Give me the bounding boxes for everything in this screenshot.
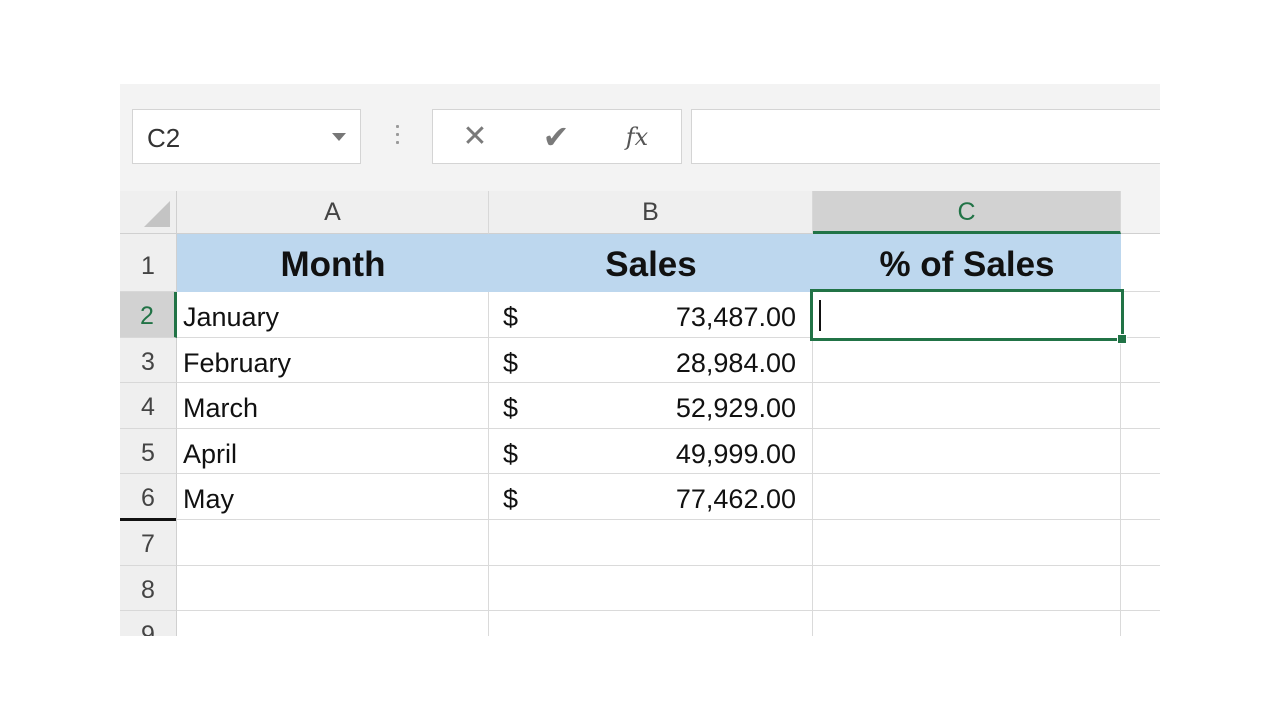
text-cursor [819,300,821,331]
column-header-b[interactable]: B [489,191,813,234]
row-header-1[interactable]: 1 [120,234,177,292]
row-header-3[interactable]: 3 [120,338,177,383]
formula-buttons: ✕ ✔ fx [432,109,682,164]
cell-a1[interactable]: Month [177,234,489,292]
cell-d6[interactable] [1121,474,1160,520]
name-box-value: C2 [147,123,181,153]
row-header-4[interactable]: 4 [120,383,177,429]
cell-b3[interactable]: $ 28,984.00 [489,338,813,383]
row-header-2[interactable]: 2 [120,292,177,338]
select-all-triangle-icon [144,201,170,227]
currency-symbol: $ [503,439,519,469]
cell-b2[interactable]: $ 73,487.00 [489,292,813,338]
cell-c7[interactable] [813,520,1121,566]
cell-c3[interactable] [813,338,1121,383]
currency-symbol: $ [503,484,519,514]
cell-d4[interactable] [1121,383,1160,429]
cell-b5[interactable]: $ 49,999.00 [489,429,813,474]
insert-function-icon[interactable]: fx [617,120,657,154]
cell-d3[interactable] [1121,338,1160,383]
cell-c1[interactable]: % of Sales [813,234,1121,292]
cell-a4[interactable]: March [177,383,489,429]
chevron-down-icon[interactable] [332,133,346,141]
currency-symbol: $ [503,302,519,332]
cell-a6[interactable]: May [177,474,489,520]
cell-c6[interactable] [813,474,1121,520]
name-box[interactable]: C2 [132,109,361,164]
enter-check-icon[interactable]: ✔ [536,120,576,154]
currency-symbol: $ [503,393,519,423]
cell-b7[interactable] [489,520,813,566]
cell-c9[interactable] [813,611,1121,636]
row-header-7[interactable]: 7 [120,520,177,566]
row-resize-marker [120,518,176,521]
sales-amount: 49,999.00 [675,439,796,469]
cell-a8[interactable] [177,566,489,611]
formula-bar-area: C2 ✕ ✔ fx [120,84,1160,191]
cell-a2[interactable]: January [177,292,489,338]
cell-c4[interactable] [813,383,1121,429]
cell-c5[interactable] [813,429,1121,474]
sales-amount: 77,462.00 [675,484,796,514]
column-header-blank [1121,191,1160,234]
cell-b4[interactable]: $ 52,929.00 [489,383,813,429]
cell-a3[interactable]: February [177,338,489,383]
column-header-a[interactable]: A [177,191,489,234]
sales-amount: 52,929.00 [675,393,796,423]
cell-a7[interactable] [177,520,489,566]
sales-amount: 73,487.00 [675,302,796,332]
cell-b1[interactable]: Sales [489,234,813,292]
row-header-8[interactable]: 8 [120,566,177,611]
row-header-9[interactable]: 9 [120,611,177,636]
row-header-6[interactable]: 6 [120,474,177,520]
cell-d8[interactable] [1121,566,1160,611]
cell-d9[interactable] [1121,611,1160,636]
cell-b6[interactable]: $ 77,462.00 [489,474,813,520]
cell-d1[interactable] [1121,234,1160,292]
cell-d5[interactable] [1121,429,1160,474]
cancel-icon[interactable]: ✕ [455,120,495,154]
currency-symbol: $ [503,348,519,378]
cell-d2[interactable] [1121,292,1160,338]
formula-input[interactable] [691,109,1160,164]
active-cell-c2[interactable] [810,289,1127,344]
cell-b8[interactable] [489,566,813,611]
fill-handle[interactable] [1117,334,1127,344]
cell-a5[interactable]: April [177,429,489,474]
sales-amount: 28,984.00 [675,348,796,378]
select-all-corner[interactable] [120,191,177,234]
cell-c8[interactable] [813,566,1121,611]
cell-b9[interactable] [489,611,813,636]
cell-a9[interactable] [177,611,489,636]
excel-window: C2 ✕ ✔ fx A B C 1 2 3 4 5 6 7 8 9 Month … [120,84,1160,636]
row-header-5[interactable]: 5 [120,429,177,474]
column-header-c[interactable]: C [813,191,1121,234]
cell-d7[interactable] [1121,520,1160,566]
drag-handle-icon[interactable] [396,125,399,149]
